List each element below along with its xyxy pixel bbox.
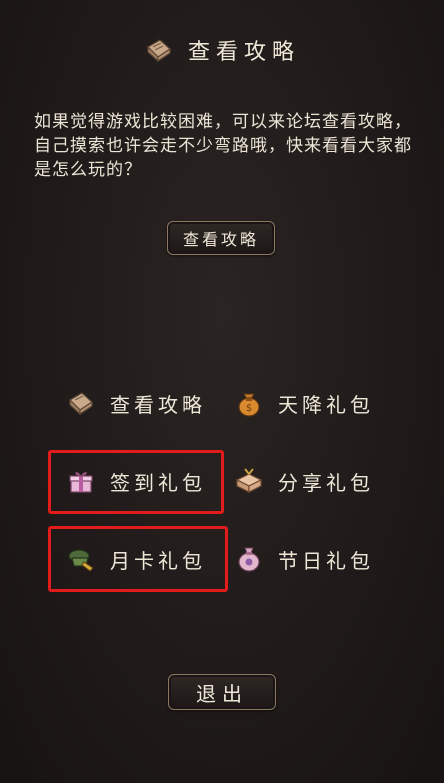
menu-item-holiday-gift[interactable]: 节日礼包 (234, 537, 374, 581)
menu-item-label: 签到礼包 (110, 470, 206, 495)
monthly-card-icon (68, 549, 94, 572)
scroll-icon (69, 392, 93, 416)
menu-item-label: 分享礼包 (278, 470, 374, 495)
svg-text:$: $ (246, 403, 252, 414)
scroll-icon (147, 39, 171, 63)
menu-item-signin-gift[interactable]: 签到礼包 (66, 459, 206, 503)
gift-box-icon (69, 471, 93, 493)
view-guide-button[interactable]: 查看攻略 (167, 221, 275, 255)
menu-item-monthly-gift[interactable]: 月卡礼包 (66, 537, 206, 581)
menu-item-label: 节日礼包 (278, 548, 374, 573)
menu-item-sky-gift[interactable]: $ 天降礼包 (234, 381, 374, 425)
package-icon (235, 468, 263, 493)
menu-item-label: 月卡礼包 (110, 548, 206, 573)
menu-item-label: 查看攻略 (110, 392, 206, 417)
exit-button[interactable]: 退出 (168, 674, 276, 710)
pouch-icon (238, 547, 260, 572)
exit-button-label: 退出 (196, 681, 248, 706)
menu-item-label: 天降礼包 (278, 392, 374, 417)
header: 查看攻略 (0, 30, 444, 70)
page-title: 查看攻略 (187, 40, 300, 65)
view-guide-button-label: 查看攻略 (182, 230, 259, 249)
menu-item-guide[interactable]: 查看攻略 (66, 381, 206, 425)
menu-item-share-gift[interactable]: 分享礼包 (234, 459, 374, 503)
money-bag-icon: $ (238, 393, 260, 417)
description-text: 如果觉得游戏比较困难，可以来论坛查看攻略，自己摸索也许会走不少弯路哦，快来看看大… (34, 112, 412, 180)
